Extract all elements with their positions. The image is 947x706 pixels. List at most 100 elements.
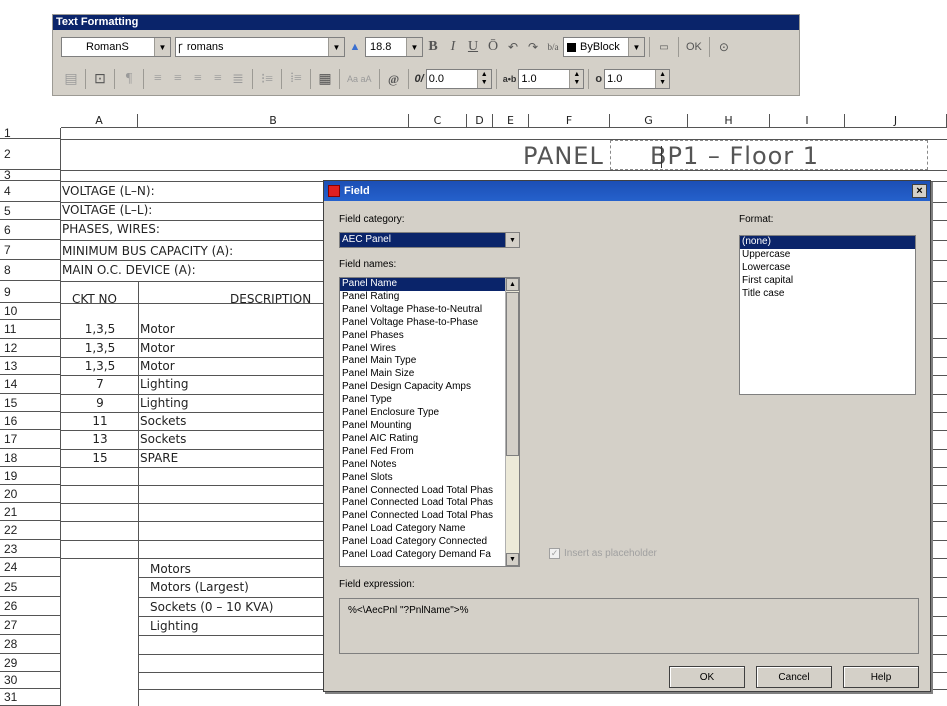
row-header-20[interactable]: 20 (0, 485, 61, 503)
align-left-icon[interactable]: ≡ (148, 68, 168, 90)
column-header-j[interactable]: J (845, 114, 947, 128)
spinner-icon[interactable]: ▲ ▼ (476, 70, 491, 88)
field-name-item[interactable]: Panel Notes (340, 459, 505, 472)
column-header-h[interactable]: H (688, 114, 770, 128)
format-item[interactable]: First capital (740, 275, 915, 288)
column-header-a[interactable]: A (61, 114, 138, 128)
spinner-icon[interactable]: ▲ ▼ (569, 70, 584, 88)
row-header-25[interactable]: 25 (0, 577, 61, 597)
chevron-down-icon[interactable]: ▼ (328, 38, 344, 56)
align-center-icon[interactable]: ≡ (168, 68, 188, 90)
format-item[interactable]: Lowercase (740, 262, 915, 275)
width-factor-input[interactable]: 1.0 ▲ ▼ (604, 69, 671, 89)
row-header-5[interactable]: 5 (0, 202, 61, 220)
columns-icon[interactable]: ▤ (61, 68, 81, 90)
field-name-item[interactable]: Panel Load Category Name (340, 523, 505, 536)
scroll-thumb[interactable] (506, 292, 519, 456)
mtext-justification-icon[interactable]: ⊡ (90, 68, 110, 90)
column-header-d[interactable]: D (467, 114, 493, 128)
field-name-item[interactable]: Panel Voltage Phase-to-Neutral (340, 304, 505, 317)
underline-button[interactable]: U (463, 36, 483, 58)
undo-icon[interactable]: ↶ (503, 36, 523, 58)
field-names-scrollbar[interactable]: ▲ ▼ (505, 278, 519, 566)
case-button[interactable]: Aa aA (344, 68, 375, 90)
insert-placeholder-checkbox[interactable]: ✓ Insert as placeholder (549, 548, 657, 559)
font-dropdown[interactable]: Ꞅ romans ▼ (175, 37, 345, 57)
field-name-item[interactable]: Panel Mounting (340, 420, 505, 433)
field-name-item[interactable]: Panel Voltage Phase-to-Phase (340, 317, 505, 330)
field-name-item[interactable]: Panel Fed From (340, 446, 505, 459)
row-header-4[interactable]: 4 (0, 181, 61, 202)
column-header-c[interactable]: C (409, 114, 467, 128)
field-names-list[interactable]: Panel Name Panel Rating Panel Voltage Phas… (339, 277, 520, 567)
insert-field-icon[interactable]: ▦ (315, 68, 335, 90)
field-name-item[interactable]: Panel Load Category Connected (340, 536, 505, 549)
color-dropdown[interactable]: ByBlock ▼ (563, 37, 645, 57)
bold-button[interactable]: B (423, 36, 443, 58)
oblique-angle-input[interactable]: 0.0 ▲ ▼ (425, 69, 492, 89)
field-name-item[interactable]: Panel Enclosure Type (340, 407, 505, 420)
row-header-13[interactable]: 13 (0, 357, 61, 375)
field-name-item[interactable]: Panel AIC Rating (340, 433, 505, 446)
toolbar-title[interactable]: Text Formatting (53, 15, 799, 30)
column-header-e[interactable]: E (493, 114, 529, 128)
row-header-30[interactable]: 30 (0, 672, 61, 689)
field-category-dropdown[interactable]: AEC Panel ▼ (339, 232, 520, 248)
format-list[interactable]: (none) Uppercase Lowercase First capital Tit… (739, 235, 916, 395)
field-name-item[interactable]: Panel Main Size (340, 368, 505, 381)
column-header-g[interactable]: G (610, 114, 688, 128)
chevron-down-icon[interactable]: ▼ (628, 38, 644, 56)
row-header-10[interactable]: 10 (0, 303, 61, 320)
spinner-icon[interactable]: ▲ ▼ (655, 70, 670, 88)
row-header-22[interactable]: 22 (0, 521, 61, 540)
field-name-item[interactable]: Panel Load Category Demand Fa (340, 549, 505, 562)
options-icon[interactable]: ⊙ (714, 36, 734, 58)
panel-label[interactable]: PANEL (523, 142, 604, 170)
row-header-9[interactable]: 9 (0, 281, 61, 303)
italic-button[interactable]: I (443, 36, 463, 58)
row-header-31[interactable]: 31 (0, 689, 61, 706)
row-header-1[interactable]: 1 (0, 126, 61, 140)
row-header-18[interactable]: 18 (0, 449, 61, 467)
field-name-item[interactable]: Panel Design Capacity Amps (340, 381, 505, 394)
annotative-icon[interactable]: ▲ (345, 36, 365, 58)
ok-button[interactable]: OK (669, 666, 745, 688)
field-name-item[interactable]: Panel Main Type (340, 355, 505, 368)
close-button[interactable]: × (912, 184, 927, 198)
chevron-down-icon[interactable]: ▼ (406, 38, 422, 56)
row-header-12[interactable]: 12 (0, 339, 61, 357)
distribute-icon[interactable]: ≣ (228, 68, 248, 90)
row-header-3[interactable]: 3 (0, 168, 61, 182)
ok-button[interactable]: OK (683, 36, 705, 58)
row-header-29[interactable]: 29 (0, 654, 61, 672)
column-header-i[interactable]: I (770, 114, 845, 128)
chevron-down-icon[interactable]: ▼ (505, 233, 519, 247)
stack-button[interactable]: b/a (543, 36, 563, 58)
field-name-item[interactable]: Panel Type (340, 394, 505, 407)
symbol-button[interactable]: @ (384, 68, 404, 90)
align-right-icon[interactable]: ≡ (188, 68, 208, 90)
row-header-28[interactable]: 28 (0, 635, 61, 654)
row-header-23[interactable]: 23 (0, 540, 61, 558)
row-header-15[interactable]: 15 (0, 394, 61, 412)
text-style-dropdown[interactable]: RomanS ▼ (61, 37, 171, 57)
row-header-8[interactable]: 8 (0, 260, 61, 281)
dialog-titlebar[interactable]: Field (324, 181, 930, 201)
row-header-21[interactable]: 21 (0, 503, 61, 521)
row-header-2[interactable]: 2 (0, 139, 61, 170)
help-button[interactable]: Help (843, 666, 919, 688)
redo-icon[interactable]: ↷ (523, 36, 543, 58)
chevron-down-icon[interactable]: ▼ (154, 38, 170, 56)
cancel-button[interactable]: Cancel (756, 666, 832, 688)
row-header-17[interactable]: 17 (0, 430, 61, 449)
column-header-b[interactable]: B (138, 114, 409, 128)
row-header-27[interactable]: 27 (0, 616, 61, 635)
row-header-11[interactable]: 11 (0, 320, 61, 339)
field-name-item[interactable]: Panel Name (340, 278, 505, 291)
row-header-14[interactable]: 14 (0, 375, 61, 394)
field-name-item[interactable]: Panel Rating (340, 291, 505, 304)
field-name-item[interactable]: Panel Connected Load Total Phas (340, 497, 505, 510)
row-header-19[interactable]: 19 (0, 467, 61, 485)
tracking-input[interactable]: 1.0 ▲ ▼ (518, 69, 585, 89)
row-header-6[interactable]: 6 (0, 220, 61, 240)
